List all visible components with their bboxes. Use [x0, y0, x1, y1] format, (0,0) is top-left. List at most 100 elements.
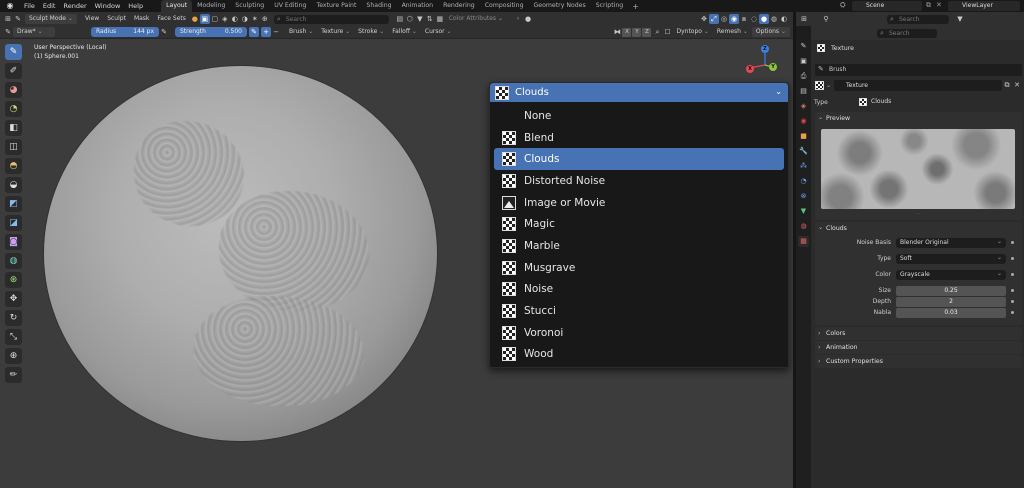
depth-field[interactable]: 2 [896, 297, 1006, 307]
flatten-tool-icon[interactable]: ◪ [5, 215, 22, 231]
physics-tab-icon[interactable]: ◔ [798, 176, 809, 187]
view-layer-selector[interactable]: ViewLayer [948, 1, 1020, 11]
dropdown-header[interactable]: Clouds ⌄ [490, 83, 788, 102]
tab-geometry-nodes[interactable]: Geometry Nodes [529, 0, 591, 12]
texture-name-field[interactable]: Texture [834, 79, 1002, 91]
clouds-panel-title[interactable]: Clouds [815, 221, 1022, 235]
noise-type-select[interactable]: Soft [896, 253, 1006, 264]
annotate-tool-icon[interactable]: ✏ [5, 367, 22, 383]
symmetry-y-toggle[interactable]: Y [632, 27, 642, 37]
unlink-icon[interactable]: ✕ [1012, 80, 1022, 90]
brush-7-icon[interactable]: ⊕ [260, 14, 270, 24]
tab-rendering[interactable]: Rendering [438, 0, 480, 12]
scene-tab-icon[interactable]: ◈ [798, 101, 809, 112]
brush-selector[interactable]: Draw* [13, 27, 55, 37]
animation-panel-title[interactable]: Animation [815, 341, 1022, 354]
filter-icon[interactable]: ▼ [415, 14, 425, 24]
gizmo-toggle-icon[interactable]: ⤢ [709, 14, 719, 24]
remesh-menu[interactable]: Remesh [713, 27, 752, 37]
smooth-tool-icon[interactable]: ◩ [5, 196, 22, 212]
falloff-menu[interactable]: Falloff [388, 27, 421, 37]
scene-new-icon[interactable]: ⧉ [926, 1, 931, 10]
symmetry-z-toggle[interactable]: Z [642, 27, 652, 37]
editor-type-icon[interactable]: ⊞ [3, 14, 13, 24]
material-shading-icon[interactable]: ◍ [769, 14, 779, 24]
type-value[interactable]: Clouds [871, 98, 891, 105]
clay-strips-tool-icon[interactable]: ◔ [5, 101, 22, 117]
keyframe-dot-icon[interactable] [1011, 289, 1014, 292]
dropdown-item-wood[interactable]: Wood [494, 344, 784, 366]
texture-menu[interactable]: Texture [317, 27, 354, 37]
grab-tool-icon[interactable]: ◍ [5, 253, 22, 269]
strength-field[interactable]: Strength 0.500 [175, 27, 247, 37]
dropdown-item-voronoi[interactable]: Voronoi [494, 322, 784, 344]
colors-panel-title[interactable]: Colors [815, 327, 1022, 340]
blob-tool-icon[interactable]: ◓ [5, 158, 22, 174]
cursor-menu[interactable]: Cursor [421, 27, 456, 37]
outliner-search-input[interactable]: Search [887, 14, 949, 24]
size-field[interactable]: 0.25 [896, 286, 1006, 296]
noise-basis-select[interactable]: Blender Original [896, 237, 1006, 248]
menu-edit[interactable]: Edit [39, 0, 60, 12]
layer-tool-icon[interactable]: ◧ [5, 120, 22, 136]
tab-layout[interactable]: Layout [161, 0, 193, 12]
keyframe-dot-icon[interactable] [1011, 311, 1014, 314]
menu-face-sets[interactable]: Face Sets [153, 14, 189, 24]
tab-uv-editing[interactable]: UV Editing [269, 0, 311, 12]
brush-5-icon[interactable]: ◑ [240, 14, 250, 24]
asset-icon[interactable]: ▤ [395, 14, 405, 24]
crease-tool-icon[interactable]: ◒ [5, 177, 22, 193]
dropdown-item-musgrave[interactable]: Musgrave [494, 257, 784, 279]
world-tab-icon[interactable]: ◉ [798, 116, 809, 127]
resize-handle-icon[interactable]: ⋯ [916, 211, 921, 217]
inflate-tool-icon[interactable]: ◫ [5, 139, 22, 155]
material-tab-icon[interactable]: ◍ [798, 221, 809, 232]
menu-mask[interactable]: Mask [130, 14, 153, 24]
brush-4-icon[interactable]: ◐ [230, 14, 240, 24]
dropdown-item-magic[interactable]: Magic [494, 213, 784, 235]
brush-2-icon[interactable]: ▢ [210, 14, 220, 24]
brush-context-selector[interactable]: Brush [815, 64, 1022, 76]
view-layer-tab-icon[interactable]: ▤ [798, 86, 809, 97]
dropdown-item-blend[interactable]: Blend [494, 127, 784, 149]
properties-editor-icon[interactable]: ⊞ [799, 14, 809, 24]
particles-tab-icon[interactable]: ⁂ [798, 161, 809, 172]
dropdown-item-distorted-noise[interactable]: Distorted Noise [494, 170, 784, 192]
sort-icon[interactable]: ⇅ [425, 14, 435, 24]
scene-selector[interactable]: Scene [852, 1, 922, 11]
brush-search-input[interactable]: Search [273, 14, 389, 24]
brush-square-icon[interactable]: ▣ [199, 14, 210, 24]
gizmo-x-icon[interactable]: X [746, 65, 754, 73]
browse-chevron-icon[interactable]: ⌄ [826, 82, 831, 89]
duplicate-icon[interactable]: ⧉ [1002, 80, 1012, 90]
options-menu[interactable]: Options [751, 27, 790, 37]
direction-add-icon[interactable]: + [261, 27, 271, 37]
blender-logo-icon[interactable]: ◉ [4, 1, 16, 11]
brush-display-icon[interactable]: ⬡ [405, 14, 415, 24]
radius-unit-icon[interactable]: ✎ [159, 27, 169, 37]
wireframe-shading-icon[interactable]: ◌ [749, 14, 759, 24]
menu-sculpt[interactable]: Sculpt [103, 14, 130, 24]
add-workspace-button[interactable]: + [628, 2, 643, 11]
properties-search-input[interactable]: Search [877, 28, 937, 38]
dyntopo-menu[interactable]: Dyntopo [672, 27, 712, 37]
data-tab-icon[interactable]: ▼ [798, 206, 809, 217]
solid-shading-icon[interactable]: ● [759, 14, 769, 24]
menu-help[interactable]: Help [124, 0, 147, 12]
preview-panel-title[interactable]: Preview [815, 111, 1022, 125]
mask-tool-icon[interactable]: ⊛ [5, 272, 22, 288]
dropdown-item-clouds[interactable]: Clouds [494, 148, 784, 171]
object-tab-icon[interactable]: ■ [798, 131, 809, 142]
rotate-tool-icon[interactable]: ↻ [5, 310, 22, 326]
tab-shading[interactable]: Shading [361, 0, 396, 12]
brush-3-icon[interactable]: ◈ [220, 14, 230, 24]
scale-tool-icon[interactable]: ⤡ [5, 329, 22, 345]
scene-icon[interactable]: ⛭ [840, 1, 846, 10]
keyframe-dot-icon[interactable] [1011, 300, 1014, 303]
render-shading-icon[interactable]: ◐ [779, 14, 789, 24]
transform-tool-icon[interactable]: ⊕ [5, 348, 22, 364]
mode-selector[interactable]: Sculpt Mode [25, 14, 77, 24]
nabla-field[interactable]: 0.03 [896, 308, 1006, 318]
brush-6-icon[interactable]: ✶ [250, 14, 260, 24]
modifier-tab-icon[interactable]: 🔧 [798, 146, 809, 157]
